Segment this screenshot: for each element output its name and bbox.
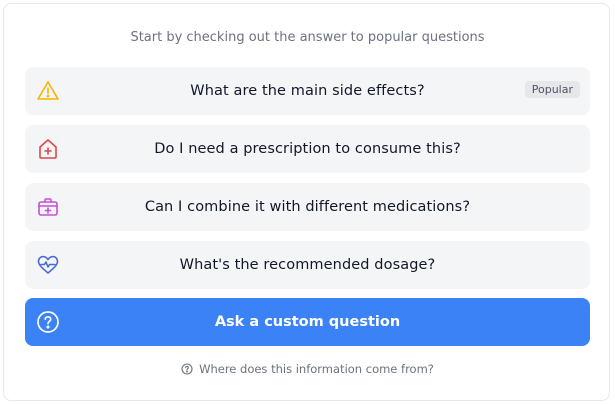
information-source-link[interactable]: Where does this information come from? bbox=[0, 362, 615, 376]
medical-kit-icon bbox=[36, 195, 60, 219]
medical-house-icon bbox=[36, 137, 60, 161]
question-dosage[interactable]: What's the recommended dosage? bbox=[25, 241, 590, 289]
question-label: Can I combine it with different medicati… bbox=[144, 199, 471, 215]
popular-badge: Popular bbox=[524, 81, 580, 98]
question-label: What's the recommended dosage? bbox=[179, 257, 436, 273]
help-circle-icon bbox=[181, 363, 193, 375]
information-source-label: Where does this information come from? bbox=[199, 362, 434, 376]
question-label: Do I need a prescription to consume this… bbox=[154, 141, 461, 157]
ask-custom-question-label: Ask a custom question bbox=[214, 314, 401, 330]
question-side-effects[interactable]: What are the main side effects? Popular bbox=[25, 67, 590, 115]
question-prescription[interactable]: Do I need a prescription to consume this… bbox=[25, 125, 590, 173]
warning-icon bbox=[36, 79, 60, 103]
question-combine-medications[interactable]: Can I combine it with different medicati… bbox=[25, 183, 590, 231]
question-label: What are the main side effects? bbox=[190, 83, 425, 99]
heartbeat-icon bbox=[36, 253, 60, 277]
ask-custom-question-button[interactable]: Ask a custom question bbox=[25, 298, 590, 346]
intro-text: Start by checking out the answer to popu… bbox=[130, 30, 485, 45]
question-circle-icon bbox=[36, 310, 60, 334]
